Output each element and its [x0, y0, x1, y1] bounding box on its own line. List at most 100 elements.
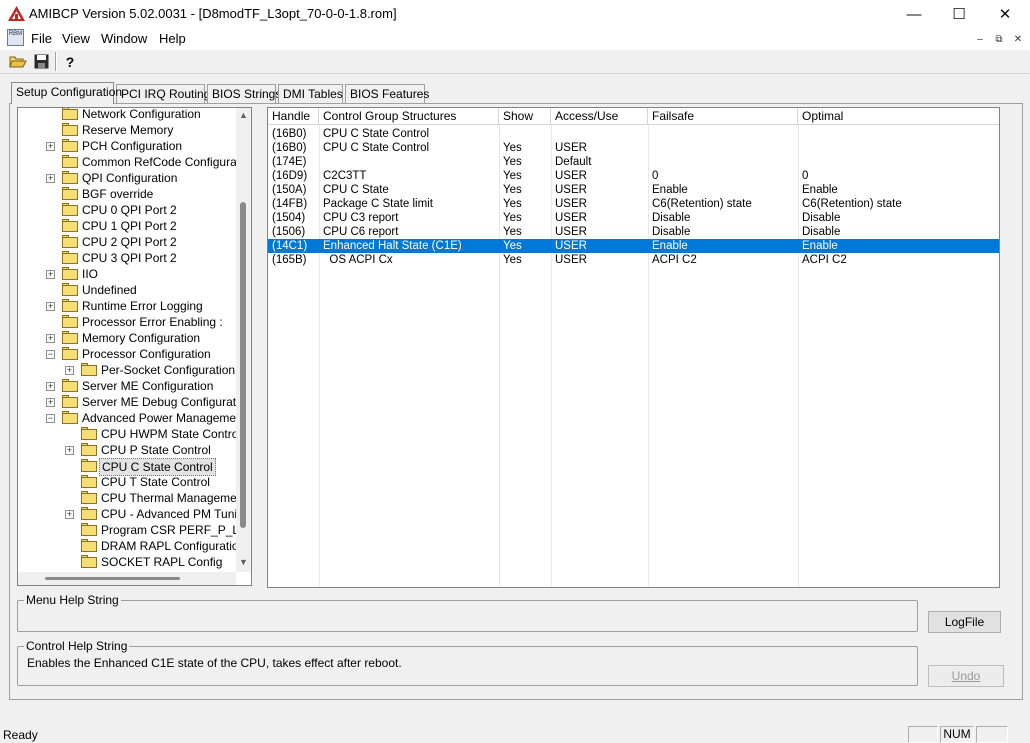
tab-pci-irq-routing[interactable]: PCI IRQ Routing	[116, 84, 210, 103]
table-cell: CPU C State	[323, 184, 389, 196]
collapse-icon[interactable]: −	[46, 350, 55, 359]
folder-icon	[62, 171, 78, 184]
column-header[interactable]: Show	[499, 108, 551, 125]
tree-item-label: DRAM RAPL Configuration	[101, 539, 246, 553]
tree-item-label: Server ME Configuration	[82, 379, 214, 393]
status-bar	[0, 725, 1030, 743]
scroll-up-icon[interactable]: ▲	[239, 110, 248, 120]
expand-icon[interactable]: +	[46, 142, 55, 151]
column-header[interactable]: Failsafe	[648, 108, 798, 125]
collapse-icon[interactable]: −	[46, 414, 55, 423]
mdi-close-icon[interactable]: ✕	[1011, 33, 1025, 46]
table-cell: Disable	[802, 226, 841, 238]
menu-window[interactable]: Window	[101, 31, 147, 46]
table-row[interactable]: (14FB) Package C State limit Yes USER C6(Ret…	[268, 197, 999, 211]
expand-icon[interactable]: +	[65, 510, 74, 519]
tree-item-label: Processor Error Enabling :	[82, 315, 223, 329]
maximize-button[interactable]: ☐	[936, 0, 982, 28]
control-help-label: Control Help String	[24, 639, 130, 653]
menu-view[interactable]: View	[62, 31, 90, 46]
undo-button[interactable]: Undo	[928, 665, 1004, 687]
tree-vertical-thumb[interactable]	[240, 202, 246, 528]
table-row[interactable]: (16B0) CPU C State Control	[268, 127, 999, 141]
minimize-button[interactable]: —	[891, 0, 937, 28]
table-cell: (1504)	[272, 212, 306, 224]
column-header[interactable]: Access/Use	[551, 108, 648, 125]
folder-icon	[62, 267, 78, 280]
expand-icon[interactable]: +	[65, 446, 74, 455]
table-cell: Disable	[652, 226, 691, 238]
mdi-minimize-icon[interactable]: –	[973, 33, 987, 46]
tree-item-label: Per-Socket Configuration	[101, 363, 236, 377]
table-row[interactable]: (174E) Yes Default	[268, 155, 999, 169]
table-cell: USER	[555, 212, 587, 224]
expand-icon[interactable]: +	[46, 270, 55, 279]
table-row[interactable]: (1506) CPU C6 report Yes USER Disable Disable	[268, 225, 999, 239]
control-grid[interactable]: Handle Control Group Structures Show Acc…	[267, 107, 1000, 588]
tree-item-label: CPU P State Control	[101, 443, 211, 457]
tab-dmi-tables[interactable]: DMI Tables	[278, 84, 343, 103]
expand-icon[interactable]: +	[46, 334, 55, 343]
status-num: NUM	[940, 726, 974, 743]
help-icon: ?	[65, 53, 75, 70]
folder-icon	[62, 379, 78, 392]
menu-help-label: Menu Help String	[24, 593, 121, 607]
table-cell: (174E)	[272, 156, 307, 168]
window-title: AMIBCP Version 5.02.0031 - [D8modTF_L3op…	[29, 6, 397, 21]
folder-icon	[81, 475, 97, 488]
menu-help[interactable]: Help	[159, 31, 186, 46]
table-cell: Yes	[503, 170, 522, 182]
save-button[interactable]	[31, 52, 51, 71]
document-icon[interactable]: RBM	[7, 29, 24, 46]
column-header[interactable]: Handle	[268, 108, 319, 125]
menu-bar	[0, 28, 1030, 50]
minimize-icon: —	[906, 5, 922, 23]
setup-tree[interactable]: Network Configuration Reserve Memory + PCH …	[17, 107, 252, 586]
column-header[interactable]: Optimal	[798, 108, 999, 125]
scroll-down-icon[interactable]: ▼	[239, 557, 248, 567]
table-cell: CPU C State Control	[323, 142, 430, 154]
expand-icon[interactable]: +	[46, 382, 55, 391]
tree-item-label: Common RefCode Configuration	[82, 155, 252, 169]
tab-setup-configuration[interactable]: Setup Configuration	[11, 82, 122, 104]
tree-item-label: CPU - Advanced PM Tuning	[101, 507, 251, 521]
table-row[interactable]: (14C1) Enhanced Halt State (C1E) Yes USER En…	[268, 239, 999, 253]
table-cell: USER	[555, 198, 587, 210]
table-cell: Enable	[802, 240, 838, 252]
table-row[interactable]: (1504) CPU C3 report Yes USER Disable Disable	[268, 211, 999, 225]
tree-item-label: Runtime Error Logging	[82, 299, 203, 313]
tree-horizontal-thumb[interactable]	[45, 577, 180, 580]
logfile-button[interactable]: LogFile	[928, 611, 1001, 633]
expand-icon[interactable]: +	[46, 398, 55, 407]
mdi-restore-icon[interactable]: ⧉	[992, 33, 1006, 46]
table-row[interactable]: (16B0) CPU C State Control Yes USER	[268, 141, 999, 155]
table-row[interactable]: (16D9) C2C3TT Yes USER 0 0	[268, 169, 999, 183]
tree-item-label: Processor Configuration	[82, 347, 211, 361]
folder-icon	[62, 108, 78, 120]
expand-icon[interactable]: +	[46, 302, 55, 311]
tab-bios-strings[interactable]: BIOS Strings	[207, 84, 281, 103]
table-row[interactable]: (165B) OS ACPI Cx Yes USER ACPI C2 ACPI C2	[268, 253, 999, 267]
table-cell: Default	[555, 156, 592, 168]
table-cell: Yes	[503, 156, 522, 168]
table-cell: Package C State limit	[323, 198, 433, 210]
table-cell	[798, 155, 999, 169]
folder-icon	[62, 235, 78, 248]
table-cell: (1506)	[272, 226, 306, 238]
table-row[interactable]: (150A) CPU C State Yes USER Enable Enable	[268, 183, 999, 197]
table-cell: USER	[555, 184, 587, 196]
close-button[interactable]: ✕	[982, 0, 1028, 28]
tree-item-label: CPU 2 QPI Port 2	[82, 235, 177, 249]
expand-icon[interactable]: +	[65, 366, 74, 375]
tree-item-label: Memory Configuration	[82, 331, 201, 345]
context-help-button[interactable]: ?	[60, 52, 80, 71]
menu-file[interactable]: File	[31, 31, 52, 46]
tab-bios-features[interactable]: BIOS Features	[345, 84, 429, 103]
expand-icon[interactable]: +	[46, 174, 55, 183]
table-cell: (165B)	[272, 254, 307, 266]
tree-item-label: CPU Thermal Management	[101, 491, 247, 505]
column-header[interactable]: Control Group Structures	[319, 108, 499, 125]
open-button[interactable]	[8, 52, 28, 71]
table-cell	[648, 127, 798, 141]
table-cell: OS ACPI Cx	[323, 254, 393, 266]
